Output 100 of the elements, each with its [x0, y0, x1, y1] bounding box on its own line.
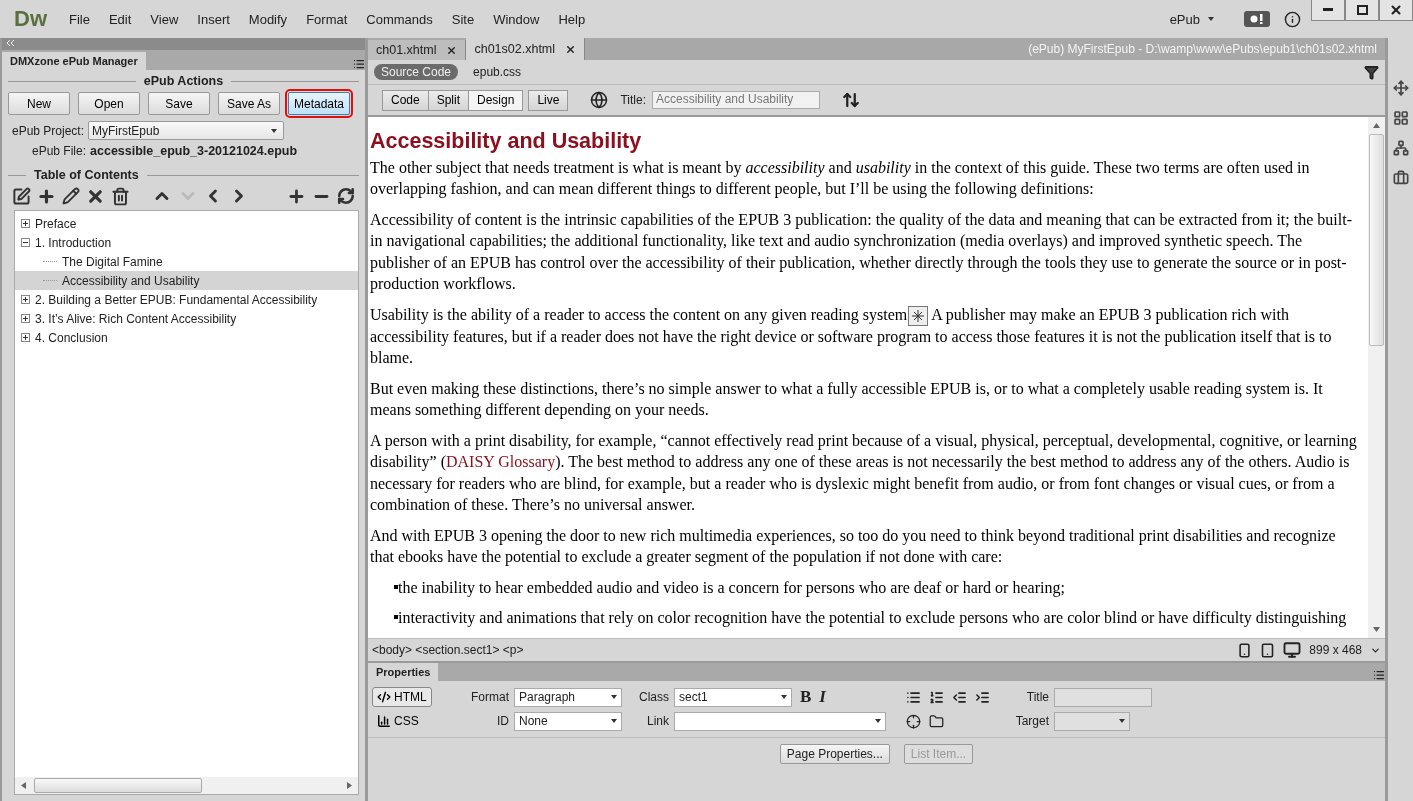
- expand-icon[interactable]: [21, 219, 30, 228]
- project-dropdown[interactable]: MyFirstEpub: [88, 121, 285, 140]
- filter-icon[interactable]: [1364, 64, 1379, 80]
- folder-icon[interactable]: [929, 713, 944, 729]
- collapse-icon[interactable]: [21, 238, 30, 247]
- action-button[interactable]: New: [8, 92, 70, 115]
- html-mode-button[interactable]: HTML: [372, 687, 432, 707]
- expand-icon[interactable]: [21, 333, 30, 342]
- list-item: the inability to hear embedded audio and video is a concern for persons who are deaf or hard or hearing;: [398, 577, 1065, 598]
- window-size[interactable]: 899 x 468: [1309, 643, 1362, 657]
- toc-item[interactable]: 1. Introduction: [15, 233, 358, 252]
- id-dropdown[interactable]: None: [514, 711, 622, 731]
- document-tab[interactable]: ch01s02.xhtml: [466, 38, 586, 60]
- sitemap-icon[interactable]: [1392, 140, 1409, 156]
- monitor-icon[interactable]: [1283, 641, 1302, 659]
- scroll-left-icon[interactable]: [21, 782, 26, 789]
- maximize-icon[interactable]: [1356, 5, 1368, 15]
- menu-item[interactable]: Window: [493, 11, 540, 27]
- css-mode-button[interactable]: CSS: [372, 711, 432, 731]
- format-dropdown[interactable]: Paragraph: [514, 687, 622, 707]
- pencil-icon[interactable]: [61, 187, 80, 205]
- file-name: accessible_epub_3-20121024.epub: [90, 144, 298, 158]
- bold-button[interactable]: B: [800, 687, 812, 707]
- toc-item[interactable]: 3. It’s Alive: Rich Content Accessibility: [15, 309, 358, 328]
- view-button[interactable]: Code: [382, 89, 429, 111]
- glossary-link[interactable]: DAISY Glossary: [446, 453, 556, 470]
- info-icon[interactable]: [1284, 10, 1301, 28]
- scroll-down-icon[interactable]: [1373, 627, 1380, 632]
- menu-item[interactable]: Format: [306, 11, 348, 27]
- menu-item[interactable]: Edit: [108, 11, 132, 27]
- maximize-button[interactable]: [1345, 0, 1379, 21]
- panel-tab[interactable]: DMXzone ePub Manager: [2, 52, 146, 70]
- minimize-button[interactable]: [1311, 0, 1345, 21]
- toc-item[interactable]: Preface: [15, 214, 358, 233]
- scroll-up-icon[interactable]: [1373, 123, 1380, 128]
- field-label: Target: [1014, 714, 1050, 728]
- gear-alert-icon[interactable]: [1244, 11, 1270, 27]
- menu-item[interactable]: Modify: [248, 11, 288, 27]
- menu-item[interactable]: Help: [558, 11, 586, 27]
- tag-selector[interactable]: <body> <section.sect1> <p>: [372, 643, 524, 657]
- document-tab[interactable]: ch01.xhtml: [368, 40, 467, 60]
- bullet-list-icon[interactable]: [906, 689, 921, 705]
- briefcase-icon[interactable]: [1392, 170, 1409, 186]
- tablet-icon[interactable]: [1260, 642, 1276, 658]
- sort-icon[interactable]: [841, 91, 860, 109]
- grid-icon[interactable]: [1392, 110, 1409, 126]
- menu-item[interactable]: View: [150, 11, 179, 27]
- view-button[interactable]: Split: [427, 89, 470, 111]
- refresh-icon[interactable]: [337, 187, 355, 205]
- expand-icon[interactable]: [21, 295, 30, 304]
- panel-menu-icon[interactable]: [1373, 669, 1385, 681]
- panel-tab[interactable]: Properties: [368, 663, 439, 681]
- field-label: ID: [496, 714, 510, 728]
- close-button[interactable]: [1379, 0, 1413, 21]
- scroll-right-icon[interactable]: [347, 782, 352, 789]
- menu-item[interactable]: Commands: [366, 11, 433, 27]
- menu-item[interactable]: Insert: [197, 11, 230, 27]
- view-button[interactable]: Design: [468, 89, 524, 111]
- add-icon[interactable]: [36, 186, 56, 206]
- italic-button[interactable]: I: [819, 687, 826, 707]
- edit-icon[interactable]: [12, 186, 31, 206]
- scrollbar-thumb[interactable]: [1369, 134, 1384, 346]
- close-icon[interactable]: [446, 44, 458, 56]
- action-button[interactable]: Save As: [218, 92, 280, 115]
- action-button[interactable]: Save: [148, 92, 210, 115]
- menu-item[interactable]: File: [69, 11, 90, 27]
- action-button[interactable]: Metadata: [288, 92, 350, 115]
- file-path: (ePub) MyFirstEpub - D:\wamp\www\ePubs\epub1\ch01s02.xhtml: [1028, 42, 1378, 56]
- class-dropdown[interactable]: sect1: [674, 687, 792, 707]
- resize-icon[interactable]: [1392, 80, 1409, 96]
- code-icon[interactable]: [377, 690, 391, 704]
- toc-item[interactable]: The Digital Famine: [15, 252, 358, 271]
- related-file-tab[interactable]: Source Code: [374, 64, 459, 80]
- expand-icon[interactable]: [21, 314, 30, 323]
- title-field[interactable]: Accessibility and Usability: [651, 91, 820, 109]
- toc-item[interactable]: Accessibility and Usability: [15, 271, 358, 290]
- toc-item[interactable]: 4. Conclusion: [15, 328, 358, 347]
- field-label: Title:: [620, 93, 646, 107]
- trash-icon[interactable]: [110, 186, 130, 206]
- scrollbar-thumb[interactable]: [34, 778, 202, 793]
- numbered-list-icon[interactable]: [929, 689, 944, 705]
- globe-icon[interactable]: [590, 91, 609, 109]
- phone-icon[interactable]: [1237, 642, 1253, 658]
- field-label: ePub File:: [32, 144, 87, 158]
- title-input[interactable]: [1054, 687, 1152, 707]
- toc-item[interactable]: 2. Building a Better EPUB: Fundamental Accessibility: [15, 290, 358, 309]
- properties-button[interactable]: Page Properties...: [779, 744, 890, 764]
- action-button[interactable]: Open: [78, 92, 140, 115]
- point-to-file-icon[interactable]: [906, 713, 921, 729]
- indent-icon[interactable]: [975, 689, 990, 705]
- minimize-icon[interactable]: [1323, 8, 1333, 12]
- outdent-icon[interactable]: [952, 689, 967, 705]
- panel-menu-icon[interactable]: [353, 58, 365, 70]
- related-file-tab[interactable]: epub.css: [466, 64, 529, 80]
- link-field[interactable]: [674, 711, 886, 731]
- close-icon[interactable]: [1389, 3, 1403, 17]
- close-icon[interactable]: [565, 43, 577, 55]
- workspace-switcher[interactable]: ePub: [1169, 11, 1214, 27]
- view-button[interactable]: Live: [528, 89, 569, 111]
- menu-item[interactable]: Site: [451, 11, 475, 27]
